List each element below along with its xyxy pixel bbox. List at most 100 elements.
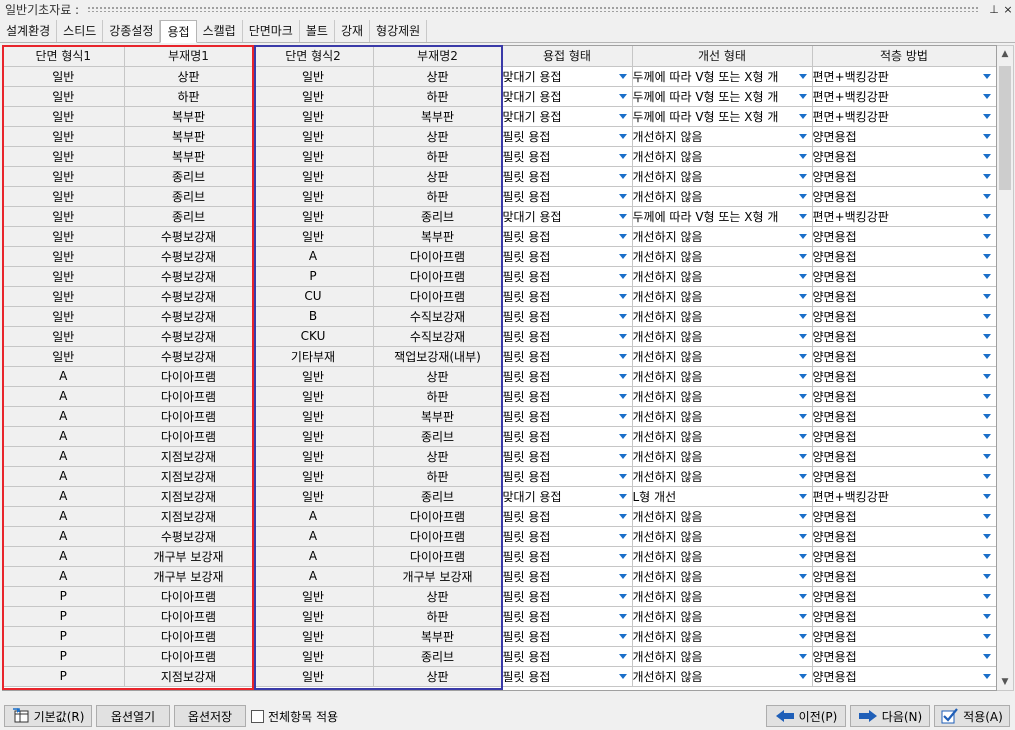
- dropdown-cell[interactable]: 개선하지 않음: [632, 566, 813, 587]
- close-icon[interactable]: ×: [1001, 3, 1015, 16]
- chevron-down-icon[interactable]: [794, 287, 811, 305]
- chevron-down-icon[interactable]: [978, 207, 995, 225]
- dropdown-cell[interactable]: 양면용접: [812, 346, 996, 367]
- tab-1[interactable]: 스티드: [57, 20, 104, 42]
- chevron-down-icon[interactable]: [614, 327, 631, 345]
- dropdown-cell[interactable]: 맞대기 용접: [502, 106, 633, 127]
- chevron-down-icon[interactable]: [614, 227, 631, 245]
- chevron-down-icon[interactable]: [978, 447, 995, 465]
- chevron-down-icon[interactable]: [978, 387, 995, 405]
- chevron-down-icon[interactable]: [614, 667, 631, 685]
- dropdown-cell[interactable]: 필릿 용접: [502, 466, 633, 487]
- chevron-down-icon[interactable]: [794, 127, 811, 145]
- dropdown-cell[interactable]: 필릿 용접: [502, 426, 633, 447]
- dropdown-cell[interactable]: 양면용접: [812, 226, 996, 247]
- chevron-down-icon[interactable]: [978, 67, 995, 85]
- dropdown-cell[interactable]: 양면용접: [812, 286, 996, 307]
- chevron-down-icon[interactable]: [794, 247, 811, 265]
- chevron-down-icon[interactable]: [794, 607, 811, 625]
- chevron-down-icon[interactable]: [794, 507, 811, 525]
- chevron-down-icon[interactable]: [794, 427, 811, 445]
- chevron-down-icon[interactable]: [978, 367, 995, 385]
- chevron-down-icon[interactable]: [978, 147, 995, 165]
- chevron-down-icon[interactable]: [794, 667, 811, 685]
- chevron-down-icon[interactable]: [978, 607, 995, 625]
- dropdown-cell[interactable]: 양면용접: [812, 466, 996, 487]
- dropdown-cell[interactable]: 편면+백킹강판: [812, 106, 996, 127]
- chevron-down-icon[interactable]: [794, 587, 811, 605]
- dropdown-cell[interactable]: 두께에 따라 V형 또는 X형 개: [632, 66, 813, 87]
- dropdown-cell[interactable]: 필릿 용접: [502, 626, 633, 647]
- chevron-down-icon[interactable]: [614, 647, 631, 665]
- dropdown-cell[interactable]: 양면용접: [812, 606, 996, 627]
- chevron-down-icon[interactable]: [614, 507, 631, 525]
- chevron-down-icon[interactable]: [978, 87, 995, 105]
- dropdown-cell[interactable]: 개선하지 않음: [632, 266, 813, 287]
- chevron-down-icon[interactable]: [978, 547, 995, 565]
- dropdown-cell[interactable]: 양면용접: [812, 666, 996, 687]
- chevron-down-icon[interactable]: [794, 447, 811, 465]
- vertical-scrollbar[interactable]: ▲ ▼: [997, 45, 1014, 691]
- dropdown-cell[interactable]: 양면용접: [812, 386, 996, 407]
- chevron-down-icon[interactable]: [794, 207, 811, 225]
- tab-3[interactable]: 용접: [160, 20, 197, 43]
- dropdown-cell[interactable]: 양면용접: [812, 446, 996, 467]
- chevron-down-icon[interactable]: [794, 327, 811, 345]
- checkbox-box[interactable]: [251, 710, 264, 723]
- dropdown-cell[interactable]: 맞대기 용접: [502, 66, 633, 87]
- tab-6[interactable]: 볼트: [300, 20, 335, 42]
- dropdown-cell[interactable]: 개선하지 않음: [632, 366, 813, 387]
- dropdown-cell[interactable]: 개선하지 않음: [632, 346, 813, 367]
- dropdown-cell[interactable]: 양면용접: [812, 266, 996, 287]
- tab-7[interactable]: 강재: [335, 20, 371, 42]
- chevron-down-icon[interactable]: [794, 407, 811, 425]
- dropdown-cell[interactable]: 필릿 용접: [502, 186, 633, 207]
- chevron-down-icon[interactable]: [794, 307, 811, 325]
- chevron-down-icon[interactable]: [978, 487, 995, 505]
- chevron-down-icon[interactable]: [614, 427, 631, 445]
- chevron-down-icon[interactable]: [978, 407, 995, 425]
- chevron-down-icon[interactable]: [978, 507, 995, 525]
- dropdown-cell[interactable]: 필릿 용접: [502, 346, 633, 367]
- dropdown-cell[interactable]: 필릿 용접: [502, 586, 633, 607]
- scroll-up-icon[interactable]: ▲: [997, 46, 1013, 62]
- chevron-down-icon[interactable]: [614, 287, 631, 305]
- save-options-button[interactable]: 옵션저장: [174, 705, 246, 727]
- tab-4[interactable]: 스캘럽: [197, 20, 243, 42]
- dropdown-cell[interactable]: 개선하지 않음: [632, 326, 813, 347]
- tab-2[interactable]: 강종설정: [103, 20, 161, 42]
- pin-icon[interactable]: ⊥: [987, 3, 1001, 16]
- dropdown-cell[interactable]: 양면용접: [812, 146, 996, 167]
- chevron-down-icon[interactable]: [978, 347, 995, 365]
- chevron-down-icon[interactable]: [794, 567, 811, 585]
- next-button[interactable]: 다음(N): [850, 705, 930, 727]
- dropdown-cell[interactable]: 개선하지 않음: [632, 386, 813, 407]
- dropdown-cell[interactable]: 두께에 따라 V형 또는 X형 개: [632, 86, 813, 107]
- chevron-down-icon[interactable]: [614, 567, 631, 585]
- dropdown-cell[interactable]: 개선하지 않음: [632, 146, 813, 167]
- dropdown-cell[interactable]: 필릿 용접: [502, 446, 633, 467]
- dropdown-cell[interactable]: 필릿 용접: [502, 266, 633, 287]
- chevron-down-icon[interactable]: [978, 167, 995, 185]
- dropdown-cell[interactable]: 편면+백킹강판: [812, 486, 996, 507]
- chevron-down-icon[interactable]: [794, 107, 811, 125]
- dropdown-cell[interactable]: 맞대기 용접: [502, 486, 633, 507]
- chevron-down-icon[interactable]: [614, 467, 631, 485]
- dropdown-cell[interactable]: 양면용접: [812, 166, 996, 187]
- drag-grip[interactable]: [87, 6, 979, 12]
- chevron-down-icon[interactable]: [978, 587, 995, 605]
- chevron-down-icon[interactable]: [614, 87, 631, 105]
- dropdown-cell[interactable]: 필릿 용접: [502, 246, 633, 267]
- dropdown-cell[interactable]: 개선하지 않음: [632, 406, 813, 427]
- dropdown-cell[interactable]: 필릿 용접: [502, 286, 633, 307]
- chevron-down-icon[interactable]: [614, 187, 631, 205]
- dropdown-cell[interactable]: 양면용접: [812, 586, 996, 607]
- chevron-down-icon[interactable]: [978, 327, 995, 345]
- chevron-down-icon[interactable]: [614, 607, 631, 625]
- chevron-down-icon[interactable]: [794, 267, 811, 285]
- tab-0[interactable]: 설계환경: [0, 20, 58, 42]
- dropdown-cell[interactable]: 필릿 용접: [502, 126, 633, 147]
- chevron-down-icon[interactable]: [794, 147, 811, 165]
- dropdown-cell[interactable]: 양면용접: [812, 566, 996, 587]
- chevron-down-icon[interactable]: [614, 387, 631, 405]
